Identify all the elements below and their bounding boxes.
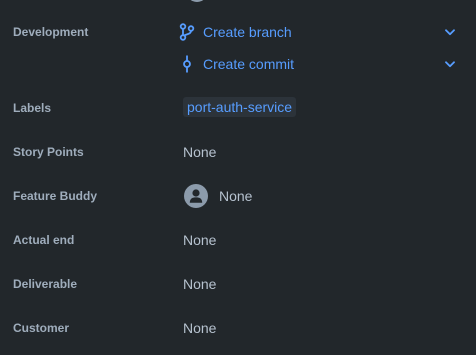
deliverable-label: Deliverable — [13, 277, 78, 291]
story-points-label: Story Points — [13, 145, 84, 159]
create-commit-label: Create commit — [203, 56, 295, 72]
labels-label: Labels — [13, 101, 52, 115]
actual-end-label: Actual end — [13, 233, 75, 247]
avatar-fragment — [186, 0, 208, 2]
feature-buddy-picker[interactable]: None — [183, 183, 252, 209]
chevron-down-icon[interactable] — [444, 58, 456, 70]
feature-buddy-label: Feature Buddy — [13, 189, 98, 203]
create-branch-button[interactable]: Create branch — [178, 20, 456, 44]
feature-buddy-value: None — [219, 188, 253, 204]
branch-icon — [178, 23, 196, 41]
label-chip[interactable]: port-auth-service — [183, 97, 297, 117]
create-commit-button[interactable]: Create commit — [178, 52, 456, 76]
chevron-down-icon[interactable] — [444, 26, 456, 38]
create-branch-label: Create branch — [203, 24, 292, 40]
commit-icon — [178, 55, 196, 73]
user-avatar-icon — [183, 183, 209, 209]
story-points-value[interactable]: None — [183, 144, 216, 160]
actual-end-value[interactable]: None — [183, 232, 216, 248]
development-label: Development — [13, 25, 89, 39]
deliverable-value[interactable]: None — [183, 276, 216, 292]
customer-label: Customer — [13, 321, 70, 335]
customer-value[interactable]: None — [183, 320, 216, 336]
